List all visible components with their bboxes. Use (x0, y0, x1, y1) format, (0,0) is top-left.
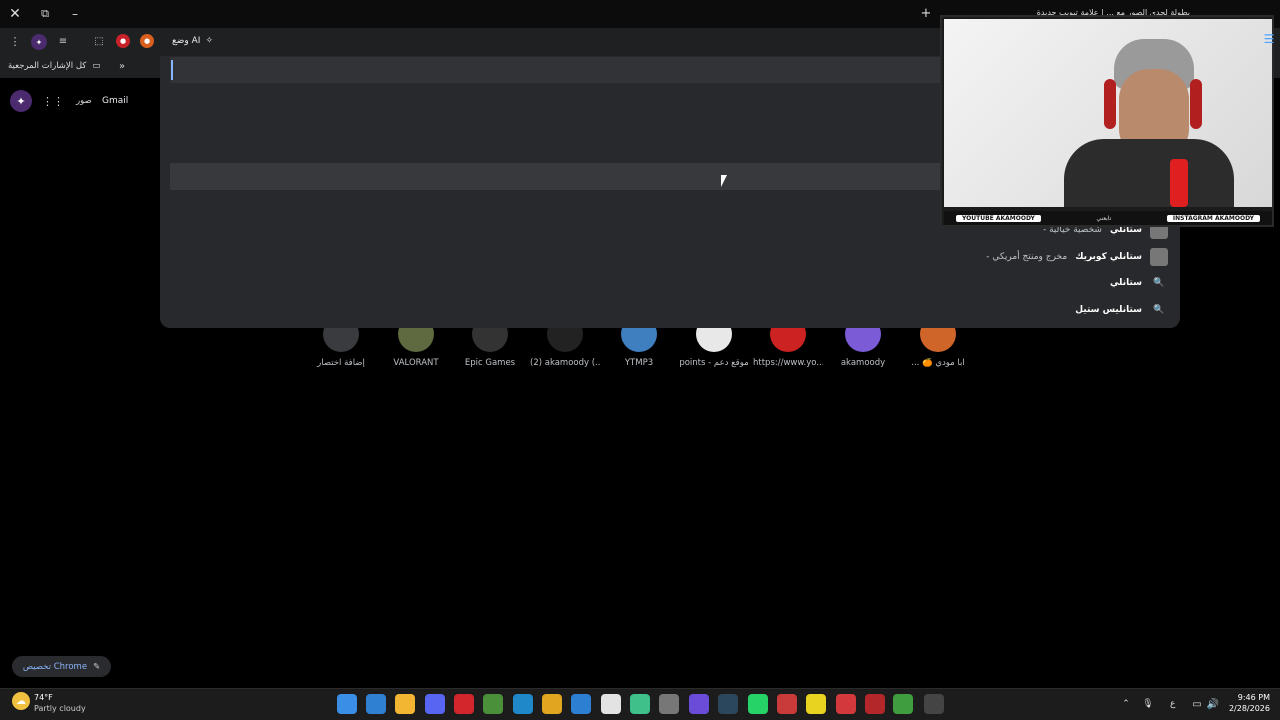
folder-icon[interactable] (395, 694, 415, 714)
discord-icon[interactable] (425, 694, 445, 714)
shortcut-label: points - موقع دعم (679, 358, 749, 368)
shortcut-label: إضافة اختصار (317, 358, 365, 368)
clock-time[interactable]: 9:46 PM (1226, 693, 1270, 702)
start-icon[interactable] (337, 694, 357, 714)
search-icon: 🔍 (1153, 278, 1165, 288)
search-icon: 🔍 (1153, 305, 1165, 315)
side-menu-icon[interactable]: ☰ (1262, 32, 1276, 46)
customize-label: تخصيص Chrome (22, 661, 88, 672)
images-link[interactable]: صور (76, 96, 92, 106)
apps-grid-icon[interactable]: ⋮⋮ (42, 94, 64, 108)
app-green2-icon[interactable] (893, 694, 913, 714)
extensions-icon[interactable]: ⬚ (92, 34, 106, 48)
obs-icon[interactable] (659, 694, 679, 714)
restore-icon[interactable]: ⧉ (36, 5, 54, 23)
steam-icon[interactable] (718, 694, 738, 714)
app-green-icon[interactable] (630, 694, 650, 714)
language-indicator[interactable]: ع (1170, 699, 1175, 709)
suggestion-image-icon (1150, 248, 1168, 266)
minecraft-icon[interactable] (483, 694, 503, 714)
all-bookmarks-button[interactable]: كل الإشارات المرجعية ▭ (8, 61, 100, 71)
outlook-icon[interactable] (571, 694, 591, 714)
folder-icon: ▭ (92, 61, 101, 71)
app-dark-icon[interactable] (924, 694, 944, 714)
youtube-handle: YOUTUBE AKAMOODY (956, 214, 1041, 222)
shortcut-label: ... 🍊 ابا مودي (911, 358, 965, 368)
suggestion-text: ستانليس ستيل (1075, 305, 1142, 315)
volume-icon[interactable]: 🔊 (1206, 697, 1220, 711)
suggestion-item[interactable]: ستانلي 🔍 (1102, 271, 1168, 295)
app-red2-icon[interactable] (777, 694, 797, 714)
app-red-icon[interactable] (454, 694, 474, 714)
account-avatar[interactable]: ✦ (10, 90, 32, 112)
suggestion-item[interactable]: - مخرج ومنتج أمريكي ستانلي كوبريك (986, 245, 1168, 269)
microphone-shape (1170, 159, 1188, 207)
chevron-double-icon[interactable]: » (116, 60, 128, 72)
menu-icon[interactable]: ⋮ (8, 34, 22, 48)
ai-mode-button[interactable]: وضع AI ✧ (172, 36, 213, 46)
close-icon[interactable]: ✕ (6, 5, 24, 23)
gmail-link[interactable]: Gmail (102, 96, 128, 106)
app-yellow-icon[interactable] (806, 694, 826, 714)
weather-icon[interactable]: ☁ (12, 692, 30, 710)
ai-mode-label: وضع AI (172, 36, 201, 46)
weather-temp[interactable]: 74°F (34, 693, 53, 702)
all-bookmarks-label: كل الإشارات المرجعية (8, 61, 87, 71)
webcam-overlay: YOUTUBE AKAMOODY تابعني INSTAGRAM AKAMOO… (940, 15, 1274, 227)
minimize-icon[interactable]: – (66, 5, 84, 23)
store-icon[interactable] (601, 694, 621, 714)
shortcut-label: (2) akamoody (... (530, 358, 600, 368)
weather-desc[interactable]: Partly cloudy (34, 704, 86, 713)
webcam-banner: YOUTUBE AKAMOODY تابعني INSTAGRAM AKAMOO… (944, 211, 1272, 225)
extension-red-icon[interactable]: ● (116, 34, 130, 48)
new-tab-icon[interactable]: + (918, 5, 934, 21)
headphone-left-shape (1104, 79, 1116, 129)
shortcut-label: akamoody (840, 358, 886, 368)
mouse-cursor-icon (721, 175, 727, 187)
suggestion-text: ستانلي (1109, 278, 1142, 288)
chevron-up-icon[interactable]: ⌃ (1120, 697, 1132, 711)
shortcut-label: Epic Games (464, 358, 516, 368)
profile-avatar[interactable]: ✦ (31, 34, 47, 50)
text-caret (171, 60, 173, 80)
suggestion-item[interactable]: ستانليس ستيل 🔍 (1067, 298, 1168, 322)
shirt-shape (1064, 139, 1234, 207)
shortcut-label: YTMP3 (624, 358, 654, 368)
microphone-icon[interactable]: 🎙 (1142, 697, 1154, 711)
edge-icon[interactable] (513, 694, 533, 714)
webcam-video (944, 19, 1272, 207)
tab-search-icon[interactable]: ≡ (56, 34, 70, 48)
suggestion-detail: - مخرج ومنتج أمريكي (986, 252, 1068, 262)
pencil-icon: ✎ (93, 661, 101, 672)
customize-chrome-button[interactable]: تخصيص Chrome ✎ (12, 656, 111, 677)
app-purple-icon[interactable] (689, 694, 709, 714)
follow-label: تابعني (1096, 214, 1112, 222)
extension-orange-icon[interactable]: ● (140, 34, 154, 48)
headphone-right-shape (1190, 79, 1202, 129)
app-red4-icon[interactable] (865, 694, 885, 714)
app-red3-icon[interactable] (836, 694, 856, 714)
suggestion-text: ستانلي كوبريك (1075, 252, 1142, 262)
whatsapp-icon[interactable] (748, 694, 768, 714)
clock-date[interactable]: 2/28/2026 (1222, 704, 1270, 713)
instagram-handle: INSTAGRAM AKAMOODY (1166, 214, 1260, 222)
shortcut-label: https://www.yo... (753, 358, 823, 368)
shortcut-label: VALORANT (393, 358, 439, 368)
network-icon[interactable]: ▭ (1190, 697, 1204, 711)
chrome-icon[interactable] (542, 694, 562, 714)
sparkle-search-icon: ✧ (205, 36, 213, 46)
file-manager-icon[interactable] (366, 694, 386, 714)
